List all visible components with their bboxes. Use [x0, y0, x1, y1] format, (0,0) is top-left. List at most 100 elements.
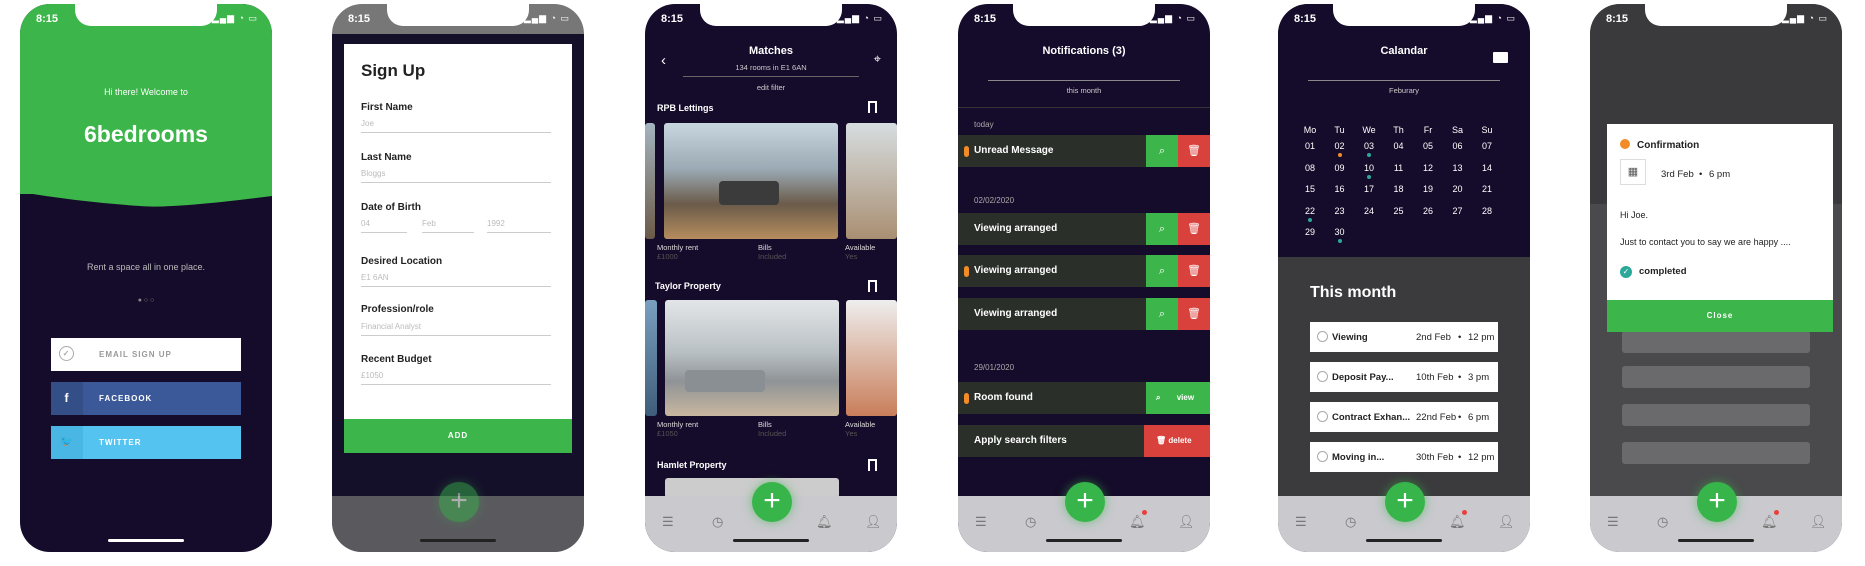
profile-icon[interactable]: 👤︎: [1178, 514, 1195, 530]
profession-field[interactable]: Financial Analyst: [361, 322, 421, 331]
calendar-date[interactable]: 29: [1298, 227, 1322, 237]
calendar-date[interactable]: 30: [1328, 227, 1352, 237]
delete-filter-button[interactable]: 🗑︎ delete: [1144, 425, 1210, 457]
listing-photo-left[interactable]: [645, 300, 657, 416]
last-name-field[interactable]: Bloggs: [361, 169, 385, 178]
view-button[interactable]: ⌕: [1146, 135, 1178, 167]
calendar-date[interactable]: 17: [1357, 184, 1381, 194]
bell-icon[interactable]: 🔔︎: [1761, 514, 1778, 530]
event-row[interactable]: Viewing 2nd Feb • 12 pm: [1310, 322, 1498, 352]
bookmark-icon[interactable]: [868, 280, 877, 292]
delete-button[interactable]: 🗑︎: [1178, 298, 1210, 330]
notification-row[interactable]: Apply search filters 🗑︎ delete: [958, 425, 1210, 457]
available-label: Available: [845, 243, 876, 252]
calendar-date[interactable]: 22: [1298, 206, 1322, 216]
calendar-date[interactable]: 01: [1298, 141, 1322, 151]
delete-button[interactable]: 🗑︎: [1178, 213, 1210, 245]
mail-icon[interactable]: [1493, 52, 1508, 63]
twitter-button[interactable]: 🐦 TWITTER: [51, 426, 241, 459]
delete-button[interactable]: 🗑︎: [1178, 135, 1210, 167]
email-signup-button[interactable]: ✓ EMAIL SIGN UP: [51, 338, 241, 371]
dob-month-field[interactable]: Feb: [422, 219, 436, 228]
listing-photo-right[interactable]: [846, 300, 897, 416]
edit-filter-link[interactable]: edit filter: [645, 83, 897, 92]
profile-icon[interactable]: 👤︎: [1498, 514, 1515, 530]
bookmark-icon[interactable]: [868, 101, 877, 113]
dob-day-field[interactable]: 04: [361, 219, 370, 228]
event-date: 30th Feb: [1416, 452, 1454, 463]
notification-row[interactable]: Unread Message ⌕ 🗑︎: [958, 135, 1210, 167]
bell-icon[interactable]: 🔔︎: [816, 514, 833, 530]
dob-year-field[interactable]: 1992: [487, 219, 505, 228]
event-row[interactable]: Moving in... 30th Feb • 12 pm: [1310, 442, 1498, 472]
close-button[interactable]: Close: [1607, 300, 1833, 332]
calendar-date[interactable]: 15: [1298, 184, 1322, 194]
calendar-date[interactable]: 11: [1387, 163, 1411, 173]
calendar-date[interactable]: 02: [1328, 141, 1352, 151]
add-fab[interactable]: +: [1385, 482, 1425, 522]
clock-icon[interactable]: ◷: [1345, 514, 1356, 530]
profile-icon[interactable]: 👤︎: [865, 514, 882, 530]
clock-icon[interactable]: ◷: [1025, 514, 1036, 530]
calendar-date[interactable]: 05: [1416, 141, 1440, 151]
location-field[interactable]: E1 6AN: [361, 273, 389, 282]
calendar-date[interactable]: 23: [1328, 206, 1352, 216]
bell-icon[interactable]: 🔔︎: [1449, 514, 1466, 530]
notification-row[interactable]: Viewing arranged ⌕ 🗑︎: [958, 213, 1210, 245]
add-button[interactable]: ADD: [344, 419, 572, 453]
listing-photo-right[interactable]: [846, 123, 897, 239]
notification-row[interactable]: Viewing arranged ⌕ 🗑︎: [958, 255, 1210, 287]
calendar-date[interactable]: 27: [1446, 206, 1470, 216]
calendar-date[interactable]: 14: [1475, 163, 1499, 173]
listing-photo-left[interactable]: [645, 123, 655, 239]
calendar-date[interactable]: 12: [1416, 163, 1440, 173]
profile-icon[interactable]: 👤︎: [1810, 514, 1827, 530]
calendar-date[interactable]: 08: [1298, 163, 1322, 173]
calendar-date[interactable]: 20: [1446, 184, 1470, 194]
calendar-date[interactable]: 18: [1387, 184, 1411, 194]
listing-photo[interactable]: [665, 300, 839, 416]
blurred-event-1: [1622, 331, 1810, 353]
calendar-date[interactable]: 09: [1328, 163, 1352, 173]
calendar-date[interactable]: 26: [1416, 206, 1440, 216]
calendar-date[interactable]: 28: [1475, 206, 1499, 216]
view-room-button[interactable]: ⌕ view: [1146, 382, 1210, 414]
calendar-date[interactable]: 04: [1387, 141, 1411, 151]
list-icon[interactable]: ☰: [1607, 514, 1619, 530]
list-icon[interactable]: ☰: [975, 514, 987, 530]
calendar-date[interactable]: 24: [1357, 206, 1381, 216]
calendar-date[interactable]: 19: [1416, 184, 1440, 194]
calendar-date[interactable]: 21: [1475, 184, 1499, 194]
listing-photo[interactable]: [664, 123, 838, 239]
calendar-date[interactable]: 06: [1446, 141, 1470, 151]
clock-icon[interactable]: ◷: [712, 514, 723, 530]
month-filter[interactable]: this month: [958, 86, 1210, 95]
calendar-date[interactable]: 07: [1475, 141, 1499, 151]
calendar-date[interactable]: 13: [1446, 163, 1470, 173]
calendar-date[interactable]: 03: [1357, 141, 1381, 151]
calendar-date[interactable]: 25: [1387, 206, 1411, 216]
budget-field[interactable]: £1050: [361, 371, 383, 380]
signup-card: Sign Up First Name Joe Last Name Bloggs …: [344, 44, 572, 419]
first-name-field[interactable]: Joe: [361, 119, 374, 128]
notification-row[interactable]: Viewing arranged ⌕ 🗑︎: [958, 298, 1210, 330]
event-row[interactable]: Contract Exhan... 22nd Feb • 6 pm: [1310, 402, 1498, 432]
add-fab[interactable]: +: [752, 482, 792, 522]
facebook-button[interactable]: f FACEBOOK: [51, 382, 241, 415]
list-icon[interactable]: ☰: [1295, 514, 1307, 530]
delete-button[interactable]: 🗑︎: [1178, 255, 1210, 287]
calendar-date[interactable]: 10: [1357, 163, 1381, 173]
clock-icon[interactable]: ◷: [1657, 514, 1668, 530]
event-date: 10th Feb: [1416, 372, 1454, 383]
notification-row[interactable]: Room found ⌕ view: [958, 382, 1210, 414]
view-button[interactable]: ⌕: [1146, 298, 1178, 330]
view-button[interactable]: ⌕: [1146, 255, 1178, 287]
add-fab[interactable]: +: [1065, 482, 1105, 522]
calendar-date[interactable]: 16: [1328, 184, 1352, 194]
bookmark-icon[interactable]: [868, 459, 877, 471]
add-fab[interactable]: +: [1697, 482, 1737, 522]
bell-icon[interactable]: 🔔︎: [1129, 514, 1146, 530]
view-button[interactable]: ⌕: [1146, 213, 1178, 245]
list-icon[interactable]: ☰: [662, 514, 674, 530]
event-row[interactable]: Deposit Pay... 10th Feb • 3 pm: [1310, 362, 1498, 392]
